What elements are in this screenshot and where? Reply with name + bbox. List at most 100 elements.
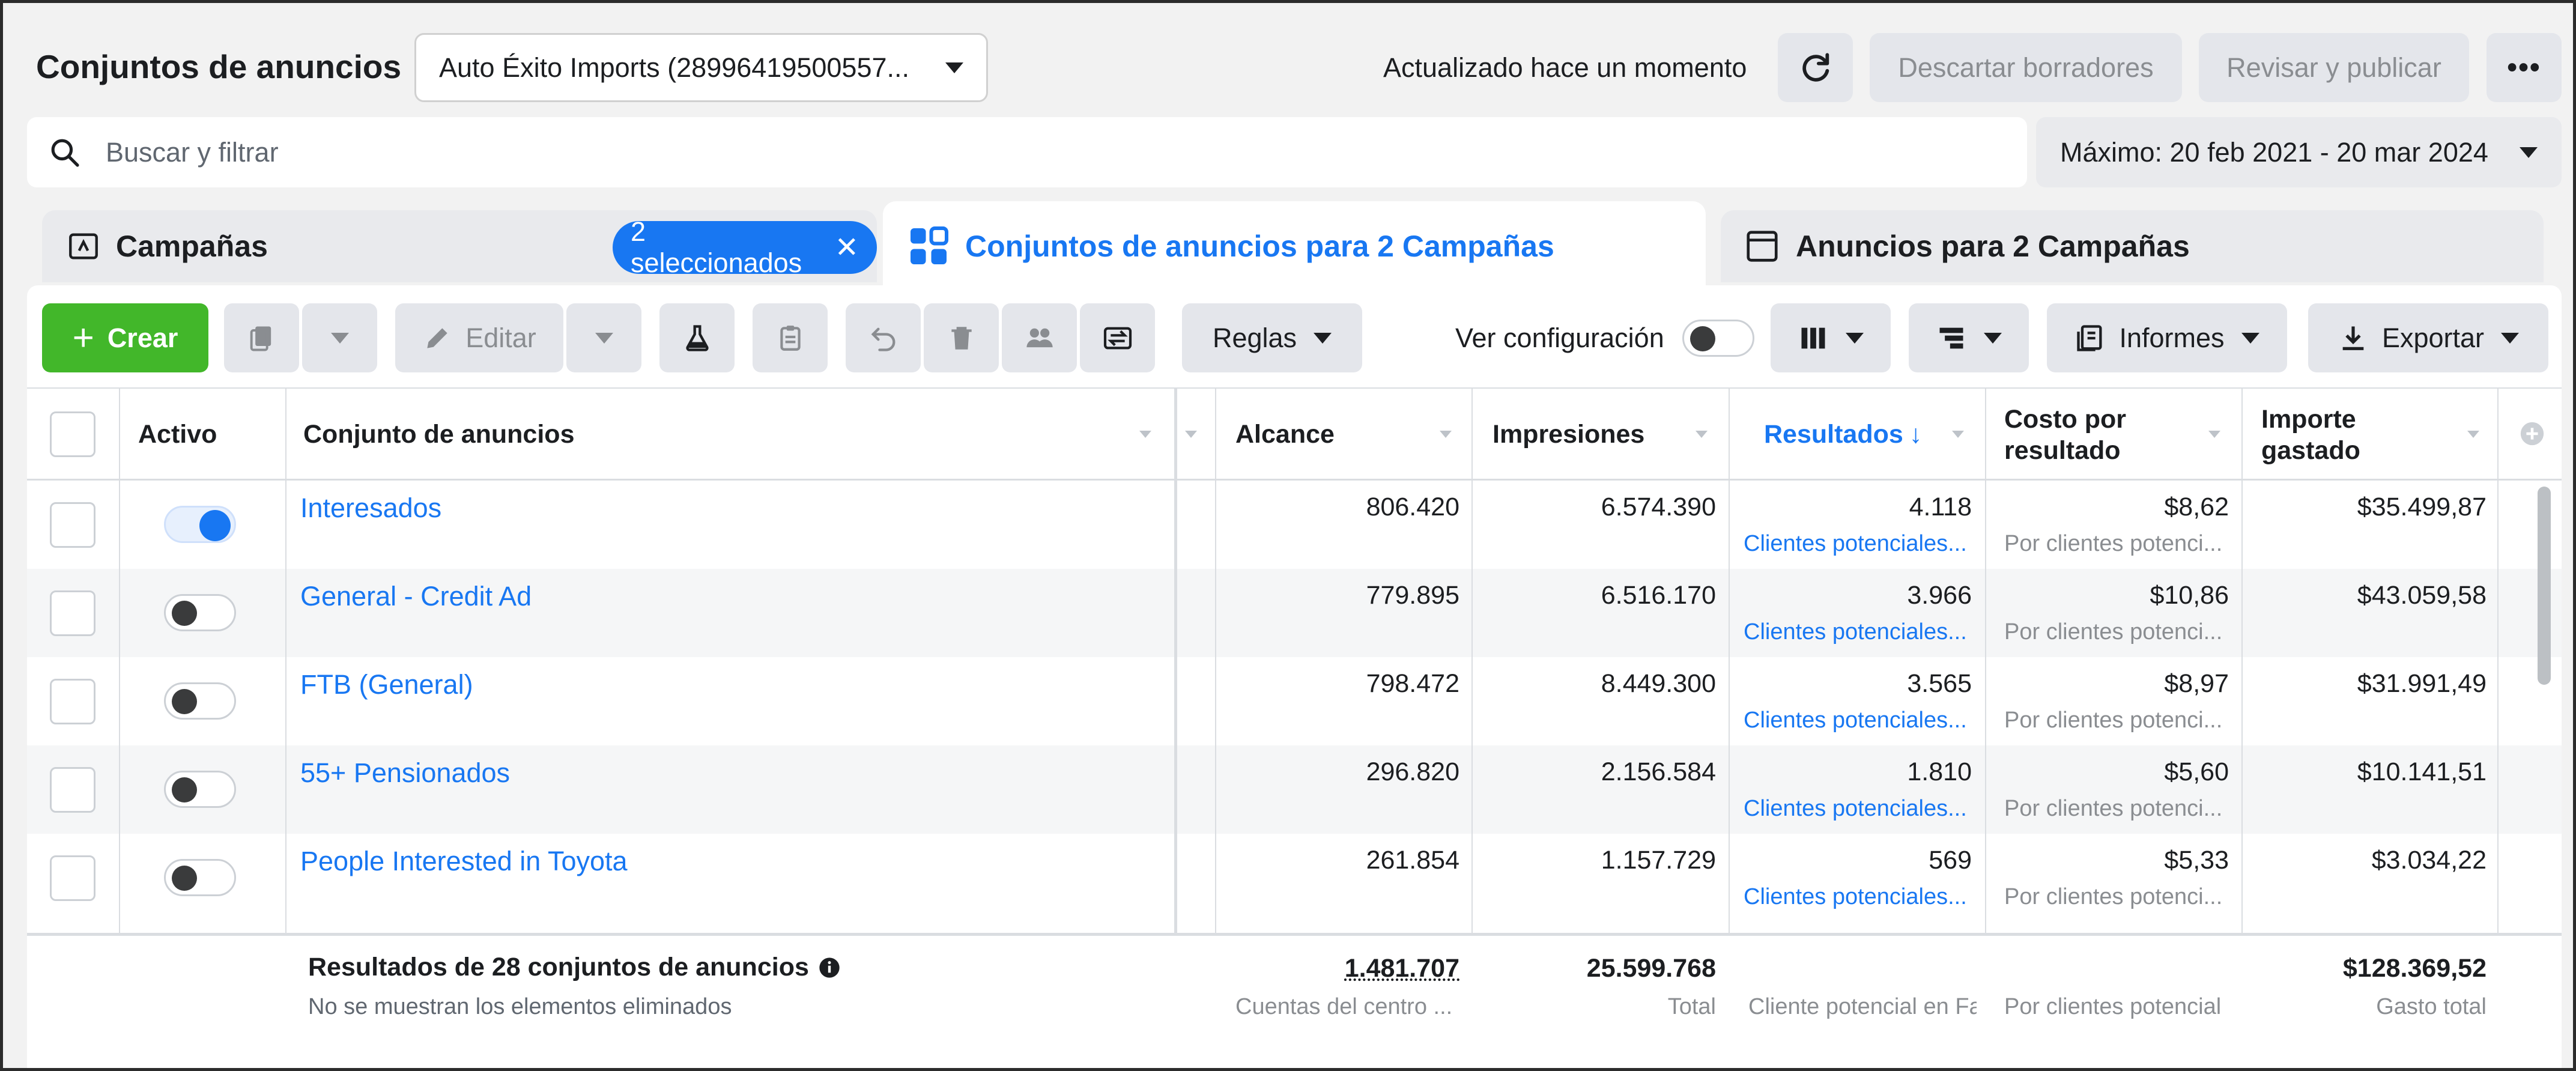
col-cost-per-result[interactable]: Costo por resultado (2004, 389, 2126, 480)
cell-results-sub[interactable]: Clientes potenciales... (1744, 884, 1972, 910)
create-label: Crear (107, 322, 178, 353)
chevron-down-icon[interactable] (1139, 431, 1151, 438)
cell-cost-sub: Por clientes potenci... (2004, 884, 2223, 909)
audience-button[interactable] (1002, 303, 1077, 372)
select-all-checkbox[interactable] (50, 411, 95, 457)
ad-page-icon (1747, 231, 1778, 262)
cell-reach: 798.472 (1366, 669, 1459, 698)
chevron-down-icon[interactable] (1185, 431, 1197, 438)
delete-button[interactable] (924, 303, 999, 372)
row-checkbox[interactable] (50, 767, 95, 813)
col-amount-spent[interactable]: Importe gastado (2261, 389, 2360, 480)
tab-adsets[interactable]: Conjuntos de anuncios para 2 Campañas (883, 201, 1706, 291)
cell-reach: 779.895 (1366, 581, 1459, 610)
search-filter-bar[interactable]: Buscar y filtrar (27, 117, 2027, 187)
cell-cost-sub: Por clientes potenci... (2004, 619, 2223, 645)
more-options-button[interactable]: ••• (2487, 33, 2562, 102)
info-icon[interactable] (817, 956, 841, 980)
adset-name-link[interactable]: 55+ Pensionados (300, 757, 510, 789)
selected-chip[interactable]: 2 seleccionados ✕ (613, 216, 877, 278)
cell-results-sub[interactable]: Clientes potenciales... (1744, 619, 1972, 645)
adset-name-link[interactable]: FTB (General) (300, 669, 473, 700)
col-reach[interactable]: Alcance (1235, 389, 1335, 480)
cell-impressions: 2.156.584 (1601, 757, 1716, 786)
adset-name-link[interactable]: Interesados (300, 493, 441, 524)
chevron-down-icon (2501, 332, 2520, 344)
cell-results: 3.565 (1907, 669, 1972, 698)
tab-campaigns[interactable]: Campañas 2 seleccionados ✕ (42, 210, 877, 282)
col-results[interactable]: Resultados ↓ (1764, 389, 1922, 480)
create-button[interactable]: + Crear (42, 303, 208, 372)
date-range-picker[interactable]: Máximo: 20 feb 2021 - 20 mar 2024 (2036, 117, 2562, 187)
col-active[interactable]: Activo (138, 389, 217, 480)
row-active-toggle[interactable] (164, 682, 236, 720)
refresh-button[interactable] (1778, 33, 1853, 102)
chevron-down-icon (595, 332, 613, 344)
edit-button[interactable]: Editar (395, 303, 563, 372)
table-toolbar: + Crear Editar Reglas Ver configuración … (27, 285, 2562, 387)
discard-drafts-button[interactable]: Descartar borradores (1870, 33, 2182, 102)
adsets-table: Activo Conjunto de anuncios Alcance Impr… (27, 387, 2562, 1068)
add-column-icon[interactable] (2518, 420, 2546, 448)
chevron-down-icon[interactable] (1952, 431, 1964, 438)
undo-button[interactable] (846, 303, 921, 372)
review-publish-button[interactable]: Revisar y publicar (2199, 33, 2469, 102)
cell-results-sub[interactable]: Clientes potenciales... (1744, 531, 1972, 557)
view-setup-toggle[interactable]: Ver configuración (1455, 303, 1783, 372)
cell-spent: $31.991,49 (2357, 669, 2487, 698)
duplicate-dropdown-button[interactable] (302, 303, 377, 372)
adset-name-link[interactable]: People Interested in Toyota (300, 846, 628, 877)
rules-dropdown[interactable]: Reglas (1182, 303, 1362, 372)
export-dropdown[interactable]: Exportar (2308, 303, 2548, 372)
table-row[interactable]: General - Credit Ad 779.895 6.516.170 3.966… (27, 569, 2562, 657)
cell-cost: $5,33 (2164, 846, 2229, 875)
cell-results-sub[interactable]: Clientes potenciales... (1744, 796, 1972, 822)
cell-results-sub[interactable]: Clientes potenciales... (1744, 708, 1972, 733)
cell-cost: $10,86 (2150, 581, 2229, 610)
table-row[interactable]: 55+ Pensionados 296.820 2.156.584 1.810 Clie… (27, 745, 2562, 834)
row-active-toggle[interactable] (164, 771, 236, 808)
clipboard-button[interactable] (753, 303, 828, 372)
date-range-label: Máximo: 20 feb 2021 - 20 mar 2024 (2060, 136, 2488, 168)
col-impressions[interactable]: Impresiones (1493, 389, 1644, 480)
row-checkbox[interactable] (50, 855, 95, 901)
col-adset[interactable]: Conjunto de anuncios (303, 389, 574, 480)
breakdown-dropdown[interactable] (1909, 303, 2029, 372)
rules-label: Reglas (1212, 322, 1297, 353)
chevron-down-icon[interactable] (1440, 431, 1452, 438)
table-scrollbar[interactable] (2538, 487, 2551, 685)
row-checkbox[interactable] (50, 502, 95, 548)
updated-status: Actualizado hace un momento (1383, 52, 1747, 83)
table-row[interactable]: Interesados 806.420 6.574.390 4.118 Clientes… (27, 481, 2562, 569)
col-spent-line2: gastado (2261, 436, 2360, 465)
people-icon (1026, 328, 1053, 347)
table-row[interactable]: People Interested in Toyota 261.854 1.157.… (27, 834, 2562, 922)
ab-test-button[interactable] (659, 303, 735, 372)
row-active-toggle[interactable] (164, 594, 236, 631)
columns-dropdown[interactable] (1771, 303, 1891, 372)
refresh-icon (1802, 52, 1829, 82)
chevron-down-icon[interactable] (1696, 431, 1708, 438)
chevron-down-icon[interactable] (2467, 431, 2479, 438)
cell-cost-sub: Por clientes potenci... (2004, 796, 2223, 821)
row-active-toggle[interactable] (164, 506, 236, 543)
duplicate-button[interactable] (224, 303, 299, 372)
account-dropdown[interactable]: Auto Éxito Imports (28996419500557... (414, 33, 988, 102)
search-icon (51, 139, 79, 167)
edit-dropdown-button[interactable] (566, 303, 641, 372)
row-checkbox[interactable] (50, 590, 95, 636)
close-icon[interactable]: ✕ (835, 231, 859, 264)
row-checkbox[interactable] (50, 679, 95, 724)
reports-dropdown[interactable]: Informes (2047, 303, 2287, 372)
chevron-down-icon (945, 62, 963, 73)
adset-name-link[interactable]: General - Credit Ad (300, 581, 532, 612)
view-setup-switch[interactable] (1682, 319, 1754, 357)
table-row[interactable]: FTB (General) 798.472 8.449.300 3.565 Client… (27, 657, 2562, 745)
tab-ads[interactable]: Anuncios para 2 Campañas (1721, 210, 2544, 282)
chevron-down-icon[interactable] (2208, 431, 2220, 438)
row-active-toggle[interactable] (164, 859, 236, 896)
edit-label: Editar (465, 322, 536, 353)
cell-results: 1.810 (1907, 757, 1972, 786)
compare-button[interactable] (1080, 303, 1155, 372)
summary-reach: 1.481.707 (1344, 954, 1459, 983)
